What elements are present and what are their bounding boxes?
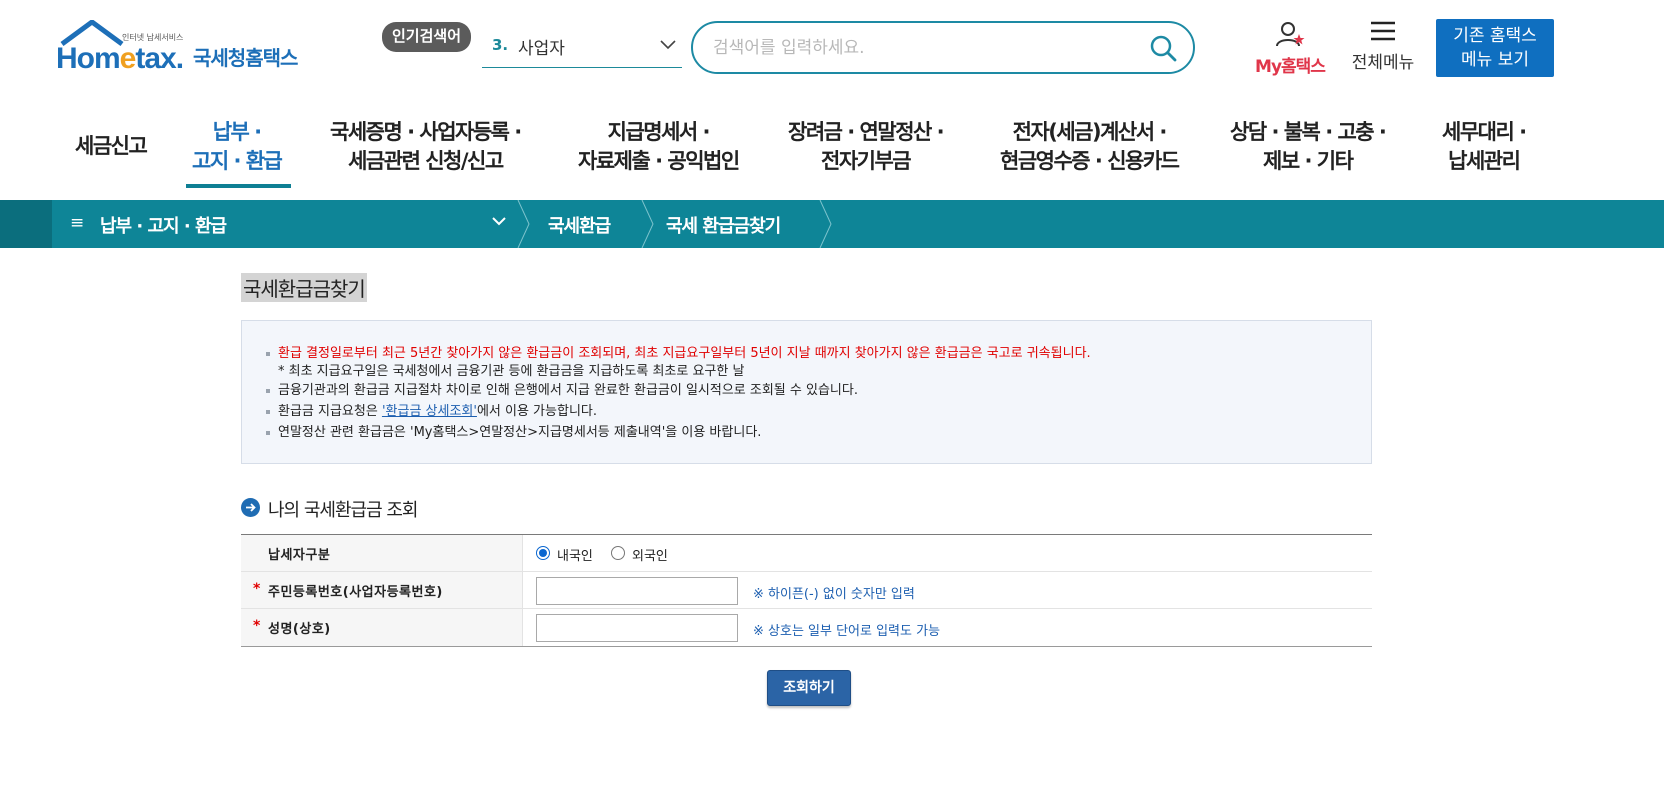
notice-item: 환급금 지급요청은 '환급금 상세조회'에서 이용 가능합니다. — [266, 401, 1091, 422]
search-submit-button[interactable]: 조회하기 — [767, 670, 851, 706]
foreign-radio-label[interactable]: 외국인 — [632, 545, 668, 564]
nav-consult-appeal[interactable]: 상담 · 불복 · 고충 · 제보 · 기타 — [1230, 118, 1387, 176]
id-number-input[interactable] — [536, 577, 738, 605]
notice-item: 금융기관과의 환급금 지급절차 차이로 인해 은행에서 지급 완료한 환급금이 … — [266, 380, 1091, 401]
all-menu-label: 전체메뉴 — [1351, 53, 1415, 73]
search-box — [691, 21, 1195, 74]
popular-search-word: 사업자 — [518, 39, 565, 59]
logo-brand: Hometax. — [56, 42, 184, 75]
all-menu-button[interactable]: 전체메뉴 — [1346, 20, 1420, 73]
arrow-circle-icon — [241, 498, 260, 517]
hometax-logo[interactable]: 인터넷 납세서비스 Hometax. 국세청홈택스 — [56, 18, 316, 82]
nav-tax-agent[interactable]: 세무대리 · 납세관리 — [1442, 118, 1527, 176]
hamburger-menu-icon — [1371, 21, 1395, 41]
myhometax-label: My홈택스 — [1255, 57, 1326, 77]
refund-search-form: 납세자구분 내국인 외국인 * 주민등록번호(사업자등록번호) ※ 하이픈(-)… — [241, 534, 1372, 647]
name-hint: ※ 상호는 일부 단어로 입력도 가능 — [753, 624, 941, 639]
notice-item: 환급 결정일로부터 최근 5년간 찾아가지 않은 환급금이 조회되며, 최초 지… — [266, 343, 1091, 364]
header: 인터넷 납세서비스 Hometax. 국세청홈택스 인기검색어 3. 사업자 M… — [0, 0, 1664, 100]
nav-incentive-yearend[interactable]: 장려금 · 연말정산 · 전자기부금 — [788, 118, 945, 176]
domestic-radio[interactable] — [536, 546, 550, 560]
breadcrumb-separator — [517, 200, 530, 248]
nav-tax-filing[interactable]: 세금신고 — [75, 132, 148, 161]
required-mark: * — [253, 581, 261, 597]
user-icon — [1276, 22, 1305, 47]
notice-item: 연말정산 관련 환급금은 'My홈택스>연말정산>지급명세서등 제출내역'을 이… — [266, 422, 1091, 443]
id-number-label: 주민등록번호(사업자등록번호) — [268, 585, 443, 600]
domestic-radio-label[interactable]: 내국인 — [557, 545, 593, 564]
breadcrumb: ≡ 납부 · 고지 · 환급 국세환급 국세 환급금찾기 — [0, 200, 1664, 248]
nav-payment-statement[interactable]: 지급명세서 · 자료제출 · 공익법인 — [578, 118, 740, 176]
notice-box: 환급 결정일로부터 최근 5년간 찾아가지 않은 환급금이 조회되며, 최초 지… — [241, 320, 1372, 464]
form-row-id-number: * 주민등록번호(사업자등록번호) ※ 하이픈(-) 없이 숫자만 입력 — [241, 572, 1372, 609]
breadcrumb-menu-dropdown[interactable]: ≡ 납부 · 고지 · 환급 — [52, 200, 520, 248]
notice-subitem: * 최초 지급요구일은 국세청에서 금융기관 등에 환급금을 지급하도록 최초로… — [278, 364, 745, 379]
search-input[interactable] — [713, 35, 1123, 61]
id-number-hint: ※ 하이픈(-) 없이 숫자만 입력 — [753, 587, 915, 602]
name-input[interactable] — [536, 614, 738, 642]
breadcrumb-item-tax-refund[interactable]: 국세환급 — [548, 212, 611, 238]
breadcrumb-separator — [819, 200, 832, 248]
name-label: 성명(상호) — [268, 622, 331, 637]
foreign-radio[interactable] — [611, 546, 625, 560]
refund-detail-link[interactable]: '환급금 상세조회' — [382, 404, 477, 419]
breadcrumb-menu-label: 납부 · 고지 · 환급 — [100, 216, 227, 237]
taxpayer-type-label: 납세자구분 — [268, 548, 331, 563]
list-menu-icon: ≡ — [70, 213, 85, 233]
legacy-hometax-menu-button[interactable]: 기존 홈택스 메뉴 보기 — [1436, 19, 1554, 77]
nav-payment-notice-refund[interactable]: 납부 · 고지 · 환급 — [192, 118, 283, 176]
form-row-name: * 성명(상호) ※ 상호는 일부 단어로 입력도 가능 — [241, 609, 1372, 646]
breadcrumb-left-block — [0, 200, 52, 248]
legacy-button-line1: 기존 홈택스 — [1453, 26, 1537, 46]
breadcrumb-separator — [641, 200, 654, 248]
nav-e-invoice-receipt[interactable]: 전자(세금)계산서 · 현금영수증 · 신용카드 — [1000, 118, 1180, 176]
chevron-down-icon — [492, 217, 506, 226]
required-mark: * — [253, 618, 261, 634]
legacy-button-line2: 메뉴 보기 — [1461, 50, 1529, 70]
search-icon[interactable] — [1149, 34, 1177, 62]
logo-korean-name: 국세청홈택스 — [193, 46, 298, 70]
popular-search-badge: 인기검색어 — [382, 22, 472, 52]
popular-search-dropdown[interactable]: 3. 사업자 — [482, 30, 682, 68]
chevron-down-icon — [660, 40, 676, 50]
popular-search-rank: 3. — [492, 36, 509, 54]
nav-certificate-registration[interactable]: 국세증명 · 사업자등록 · 세금관련 신청/신고 — [330, 118, 522, 176]
active-nav-indicator — [186, 184, 291, 188]
myhometax-button[interactable]: My홈택스 — [1248, 20, 1332, 77]
main-navigation: 세금신고 납부 · 고지 · 환급 국세증명 · 사업자등록 · 세금관련 신청/신… — [0, 100, 1664, 200]
form-row-taxpayer-type: 납세자구분 내국인 외국인 — [241, 535, 1372, 572]
breadcrumb-item-find-refund[interactable]: 국세 환급금찾기 — [666, 212, 781, 238]
section-title-text: 나의 국세환급금 조회 — [268, 500, 418, 521]
page-title: 국세환급금찾기 — [241, 273, 367, 302]
